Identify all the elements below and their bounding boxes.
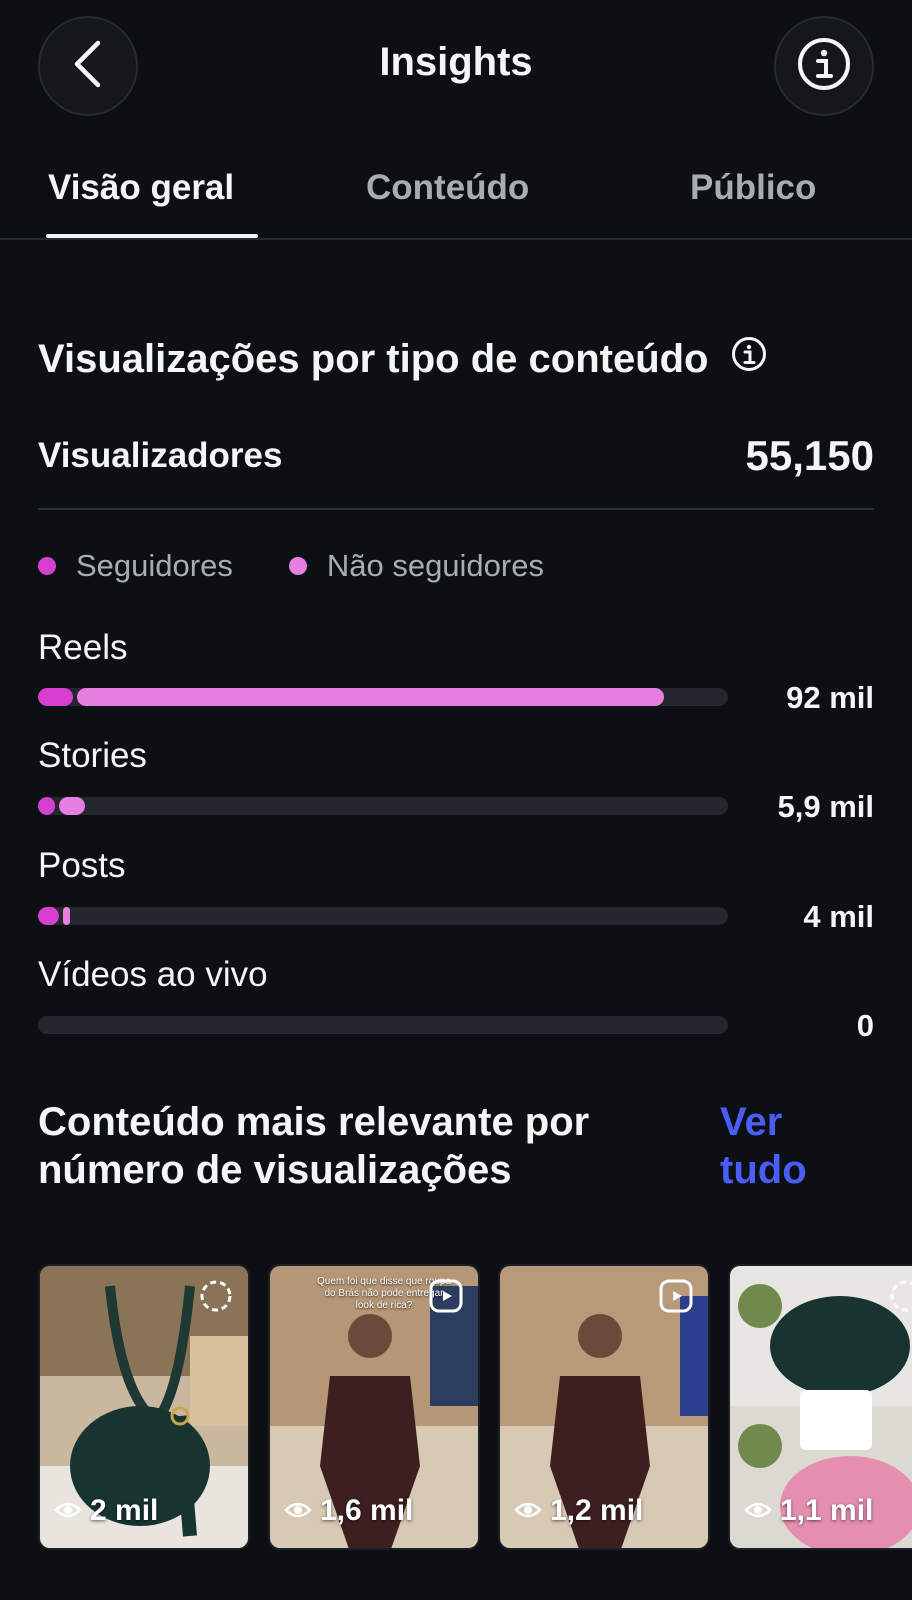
story-sticker — [800, 1390, 872, 1450]
view-count-text: 1,2 mil — [550, 1494, 644, 1527]
view-count: 2 mil — [54, 1494, 158, 1528]
legend-item-non-followers: Não seguidores — [288, 548, 544, 584]
carousel-icon — [888, 1278, 912, 1319]
info-icon[interactable] — [731, 336, 767, 382]
bar-segment-non-followers — [63, 907, 70, 925]
see-all-link[interactable]: Ver tudo — [720, 1098, 840, 1194]
tab-bar: Visão geral Conteúdo Público — [0, 168, 912, 240]
legend-dot-non-followers — [288, 557, 307, 575]
eye-icon — [54, 1494, 90, 1528]
views-section-title: Visualizações por tipo de conteúdo — [38, 336, 767, 382]
tab-content[interactable]: Conteúdo — [366, 168, 529, 208]
content-thumbnail[interactable]: 1,2 mil — [498, 1264, 710, 1550]
legend-label: Não seguidores — [326, 548, 544, 583]
metric-value-live: 0 — [856, 1008, 874, 1043]
bar-reels — [38, 688, 728, 706]
carousel-icon — [198, 1278, 234, 1319]
metric-value-stories: 5,9 mil — [777, 789, 875, 824]
top-content-title: Conteúdo mais relevante por número de vi… — [38, 1100, 590, 1192]
metric-label-live: Vídeos ao vivo — [38, 955, 268, 994]
bar-posts — [38, 907, 728, 925]
info-button[interactable] — [774, 16, 874, 116]
legend-item-followers: Seguidores — [38, 548, 233, 584]
tab-audience[interactable]: Público — [690, 168, 816, 208]
viewers-label: Visualizadores — [38, 436, 283, 475]
metric-label-stories: Stories — [38, 736, 147, 775]
view-count: 1,6 mil — [284, 1494, 413, 1528]
view-count-text: 2 mil — [90, 1494, 159, 1527]
content-thumbnail[interactable]: 1,1 mil — [728, 1264, 912, 1550]
view-count-text: 1,6 mil — [320, 1494, 414, 1527]
bar-segment-followers — [38, 907, 59, 925]
view-count-text: 1,1 mil — [780, 1494, 874, 1527]
metric-value-reels: 92 mil — [786, 680, 874, 715]
info-icon — [796, 36, 852, 97]
bar-segment-non-followers — [77, 688, 664, 706]
top-content-list: 2 mil Quem foi que disse que roupa do Br… — [38, 1264, 912, 1550]
reels-icon — [428, 1278, 464, 1319]
content-thumbnail[interactable]: 2 mil — [38, 1264, 250, 1550]
legend-dot-followers — [38, 557, 56, 575]
metric-value-posts: 4 mil — [803, 899, 874, 934]
legend: Seguidores Não seguidores — [38, 548, 600, 584]
insights-screen: Insights Visão geral Conteúdo Público Vi… — [0, 0, 912, 1600]
tabs-divider — [0, 238, 912, 240]
reels-icon — [658, 1278, 694, 1319]
legend-label: Seguidores — [76, 548, 233, 583]
section-divider — [38, 508, 874, 510]
bar-segment-followers — [38, 688, 73, 706]
eye-icon — [284, 1494, 320, 1528]
eye-icon — [744, 1494, 780, 1528]
views-section-title-text: Visualizações por tipo de conteúdo — [38, 336, 709, 381]
content-thumbnail[interactable]: Quem foi que disse que roupa do Brás não… — [268, 1264, 480, 1550]
viewers-value: 55,150 — [745, 432, 874, 479]
bar-stories — [38, 797, 728, 815]
bar-live — [38, 1016, 728, 1034]
metric-label-posts: Posts — [38, 846, 126, 885]
tab-overview[interactable]: Visão geral — [48, 168, 234, 208]
bar-segment-non-followers — [59, 797, 85, 815]
view-count: 1,2 mil — [514, 1494, 643, 1528]
view-count: 1,1 mil — [744, 1494, 873, 1528]
bar-segment-followers — [38, 797, 55, 815]
eye-icon — [514, 1494, 550, 1528]
metric-label-reels: Reels — [38, 628, 128, 667]
